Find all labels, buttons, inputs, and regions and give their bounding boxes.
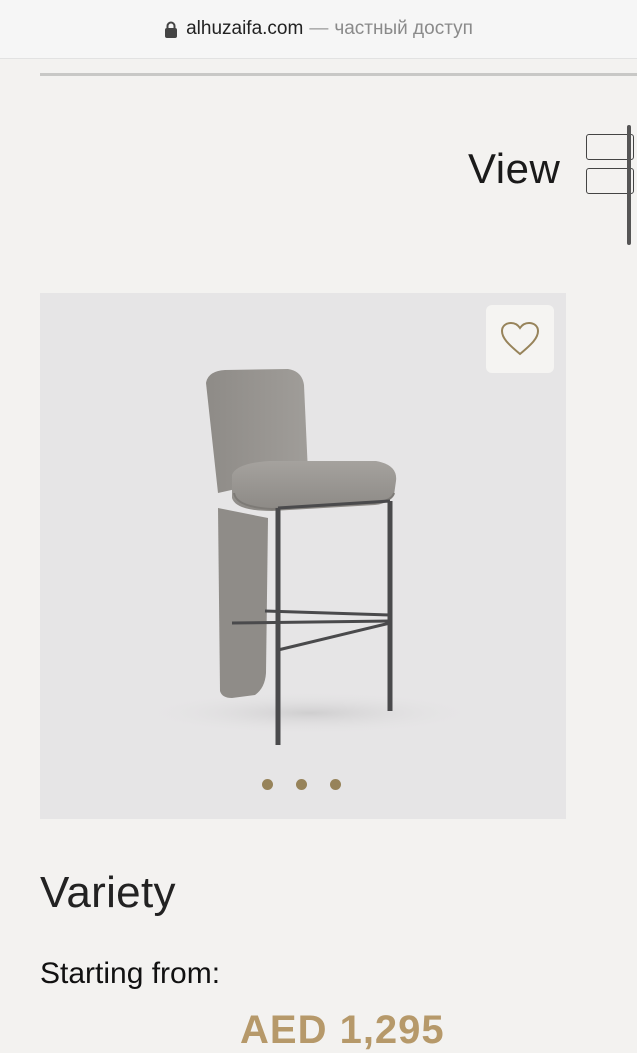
view-label: View xyxy=(468,145,561,192)
product-card[interactable] xyxy=(40,293,566,819)
browser-domain: alhuzaifa.com xyxy=(186,18,304,39)
scrollbar[interactable] xyxy=(627,125,631,245)
browser-access-text: частный доступ xyxy=(334,18,473,39)
carousel-dot[interactable] xyxy=(296,779,307,790)
carousel-dot[interactable] xyxy=(262,779,273,790)
bar-stool-image xyxy=(140,369,480,745)
browser-separator: — xyxy=(309,18,329,39)
wishlist-button[interactable] xyxy=(486,305,554,373)
carousel-dot[interactable] xyxy=(330,779,341,790)
lock-icon xyxy=(165,21,178,38)
browser-address-bar[interactable]: alhuzaifa.com — частный доступ xyxy=(0,0,637,59)
product-price: AED 1,295 xyxy=(240,1008,445,1052)
header-divider xyxy=(40,73,637,76)
carousel-dots xyxy=(262,779,341,790)
heart-outline-icon xyxy=(500,321,540,356)
starting-price-label: Starting from: xyxy=(40,957,221,990)
product-title[interactable]: Variety xyxy=(40,868,176,918)
